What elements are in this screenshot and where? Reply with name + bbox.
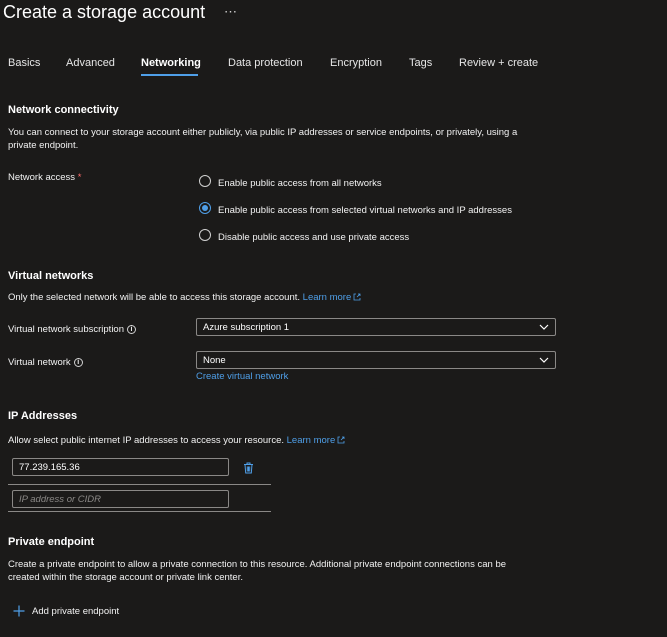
- external-link-icon: [337, 437, 345, 444]
- ip-addresses-learn-more-link[interactable]: Learn more: [287, 435, 346, 446]
- ip-address-input[interactable]: 77.239.165.36: [12, 458, 229, 476]
- vnet-select[interactable]: None: [196, 351, 556, 369]
- vnet-subscription-label: Virtual network subscription i: [8, 324, 136, 335]
- network-connectivity-heading: Network connectivity: [8, 104, 119, 116]
- virtual-networks-heading: Virtual networks: [8, 270, 94, 282]
- ip-address-new-input[interactable]: IP address or CIDR: [12, 490, 229, 508]
- ip-addresses-description-text: Allow select public internet IP addresse…: [8, 435, 284, 446]
- ip-addresses-heading: IP Addresses: [8, 410, 78, 422]
- tab-review-create[interactable]: Review + create: [459, 57, 538, 69]
- vnet-subscription-select[interactable]: Azure subscription 1: [196, 318, 556, 336]
- ip-addresses-description: Allow select public internet IP addresse…: [8, 434, 345, 447]
- more-options-icon[interactable]: ⋯: [224, 4, 238, 20]
- tab-advanced[interactable]: Advanced: [66, 57, 115, 69]
- external-link-icon: [353, 294, 361, 301]
- network-connectivity-description: You can connect to your storage account …: [8, 127, 518, 151]
- radio-public-all-networks-label[interactable]: Enable public access from all networks: [218, 178, 382, 189]
- add-private-endpoint-label[interactable]: Add private endpoint: [32, 606, 119, 617]
- tab-data-protection[interactable]: Data protection: [228, 57, 303, 69]
- vnet-subscription-value: Azure subscription 1: [203, 322, 290, 333]
- radio-public-selected-networks[interactable]: [199, 202, 211, 214]
- delete-icon[interactable]: [243, 462, 254, 474]
- chevron-down-icon: [539, 357, 549, 363]
- ip-address-value: 77.239.165.36: [19, 462, 80, 473]
- page-title: Create a storage account: [3, 2, 206, 22]
- create-virtual-network-link[interactable]: Create virtual network: [196, 371, 288, 382]
- chevron-down-icon: [539, 324, 549, 330]
- private-endpoint-heading: Private endpoint: [8, 536, 95, 548]
- tab-encryption[interactable]: Encryption: [330, 57, 382, 69]
- learn-more-text[interactable]: Learn more: [303, 292, 352, 303]
- tab-networking[interactable]: Networking: [141, 57, 201, 69]
- radio-public-all-networks[interactable]: [199, 175, 211, 187]
- tab-basics[interactable]: Basics: [8, 57, 40, 69]
- vnet-subscription-label-text: Virtual network subscription: [8, 324, 124, 335]
- virtual-networks-description: Only the selected network will be able t…: [8, 291, 361, 304]
- private-endpoint-description: Create a private endpoint to allow a pri…: [8, 559, 507, 583]
- info-icon[interactable]: i: [127, 324, 136, 334]
- network-access-label-text: Network access: [8, 172, 76, 183]
- plus-icon: [13, 605, 25, 617]
- radio-disable-public-access[interactable]: [199, 229, 211, 241]
- required-indicator: *: [77, 172, 82, 183]
- radio-public-selected-networks-label[interactable]: Enable public access from selected virtu…: [218, 205, 512, 216]
- network-access-label: Network access *: [8, 172, 81, 183]
- active-tab-indicator: [141, 74, 198, 76]
- radio-disable-public-access-label[interactable]: Disable public access and use private ac…: [218, 232, 409, 243]
- vnet-label-text: Virtual network: [8, 357, 71, 368]
- vnet-value: None: [203, 355, 226, 366]
- info-icon[interactable]: i: [73, 357, 83, 367]
- learn-more-text[interactable]: Learn more: [287, 435, 336, 446]
- ip-address-placeholder: IP address or CIDR: [19, 494, 102, 505]
- virtual-networks-description-text: Only the selected network will be able t…: [8, 292, 301, 303]
- ip-row-divider: [8, 511, 271, 512]
- virtual-networks-learn-more-link[interactable]: Learn more: [303, 292, 362, 303]
- vnet-label: Virtual network i: [8, 357, 83, 368]
- ip-row-divider: [8, 484, 271, 485]
- tab-tags[interactable]: Tags: [409, 57, 432, 69]
